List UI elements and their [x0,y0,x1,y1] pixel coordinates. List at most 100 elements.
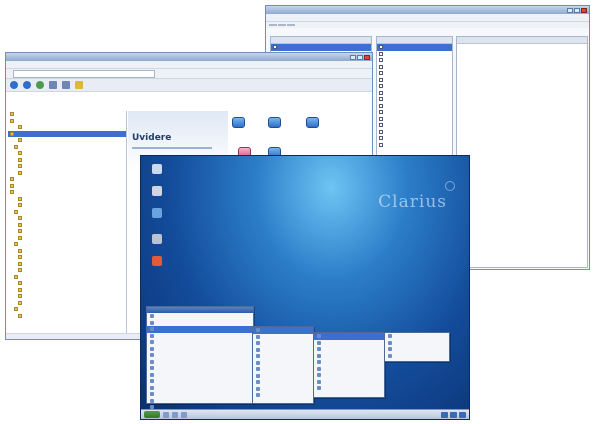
menu-item[interactable] [385,353,449,360]
start-button[interactable] [144,411,160,418]
up-icon[interactable] [36,81,44,89]
submenu[interactable] [313,332,385,398]
checkbox[interactable] [379,90,383,95]
quicklaunch-icon[interactable] [163,411,169,418]
menu-item-icon [317,373,321,378]
close-button[interactable] [364,54,370,60]
maximize-button[interactable] [357,54,363,60]
list-item[interactable] [377,142,452,149]
folder-icon [18,255,22,260]
folder-icon [14,144,18,149]
system-tray [441,411,466,418]
checkbox[interactable] [379,110,383,115]
menu-item-icon [388,347,392,352]
content-title: Uvidere [132,133,172,143]
checkbox[interactable] [379,142,383,147]
folder-icon [18,125,22,130]
property-line [457,44,587,51]
tab[interactable] [269,24,277,26]
checkbox[interactable] [379,51,383,56]
help-icon[interactable] [152,256,162,266]
folder-icon [18,248,22,253]
tab[interactable] [287,24,295,26]
forward-icon[interactable] [23,81,31,89]
start-menu[interactable] [146,306,254,410]
explorer-titlebar[interactable] [6,53,372,61]
explorer-menubar [6,61,372,69]
file-icon[interactable] [232,117,245,128]
trash-icon[interactable] [152,234,162,244]
checkbox[interactable] [379,129,383,134]
pane-header [377,37,452,44]
tray-icon[interactable] [441,411,448,418]
menu-item-icon [388,340,392,345]
properties-menubar [266,14,589,22]
folder-icon [18,164,22,169]
folder-icon [18,287,22,292]
desktop[interactable]: Clarius [140,155,470,420]
back-icon[interactable] [10,81,18,89]
menu-item-icon [317,334,321,339]
folder-icon [18,229,22,234]
checkbox[interactable] [379,97,383,102]
computer-icon[interactable] [152,164,162,174]
folder-icon [18,196,22,201]
explorer-toolbar [6,79,372,92]
documents-icon[interactable] [152,186,162,196]
menu-item-icon [150,385,154,390]
checkbox[interactable] [379,71,383,76]
properties-titlebar[interactable] [266,6,589,14]
tray-icon[interactable] [450,411,457,418]
minimize-button[interactable] [350,54,356,60]
menu-item-icon [150,314,154,319]
property-line [457,72,587,79]
address-input[interactable] [13,69,155,78]
tree-node[interactable] [8,313,126,320]
menu-item-icon [150,353,154,358]
folder-tree[interactable] [8,111,127,337]
folder-icon [10,177,14,182]
folder-icon [14,274,18,279]
close-button[interactable] [581,7,587,13]
network-icon[interactable] [152,208,162,218]
checkbox[interactable] [379,45,383,50]
divider [132,147,212,149]
checkbox[interactable] [379,77,383,82]
checkbox[interactable] [379,136,383,141]
menu-item-icon [150,379,154,384]
submenu[interactable] [384,332,450,362]
checkbox[interactable] [379,64,383,69]
property-line [457,51,587,58]
menu-item[interactable] [314,385,384,392]
checkbox[interactable] [379,116,383,121]
taskbar [141,409,469,419]
checkbox[interactable] [379,58,383,63]
folder-icon [10,131,14,136]
quicklaunch-icon[interactable] [181,411,187,418]
file-icon[interactable] [306,117,319,128]
tab[interactable] [278,24,286,26]
menu-item-icon [256,386,260,391]
search-icon[interactable] [49,81,57,89]
menu-item-icon [150,392,154,397]
views-icon[interactable] [75,81,83,89]
menu-item[interactable] [253,392,313,399]
folder-icon [18,216,22,221]
quicklaunch-icon[interactable] [172,411,178,418]
folders-icon[interactable] [62,81,70,89]
folder-icon [18,170,22,175]
folder-icon [18,138,22,143]
menu-item-icon [388,353,392,358]
checkbox[interactable] [379,84,383,89]
checkbox[interactable] [273,45,277,50]
submenu[interactable] [252,326,314,404]
file-icon[interactable] [268,117,281,128]
maximize-button[interactable] [574,7,580,13]
checkbox[interactable] [379,103,383,108]
minimize-button[interactable] [567,7,573,13]
folder-icon [18,294,22,299]
logo-mark [445,181,455,191]
menu-item-icon [150,327,154,332]
checkbox[interactable] [379,123,383,128]
menu-item-icon [150,333,154,338]
